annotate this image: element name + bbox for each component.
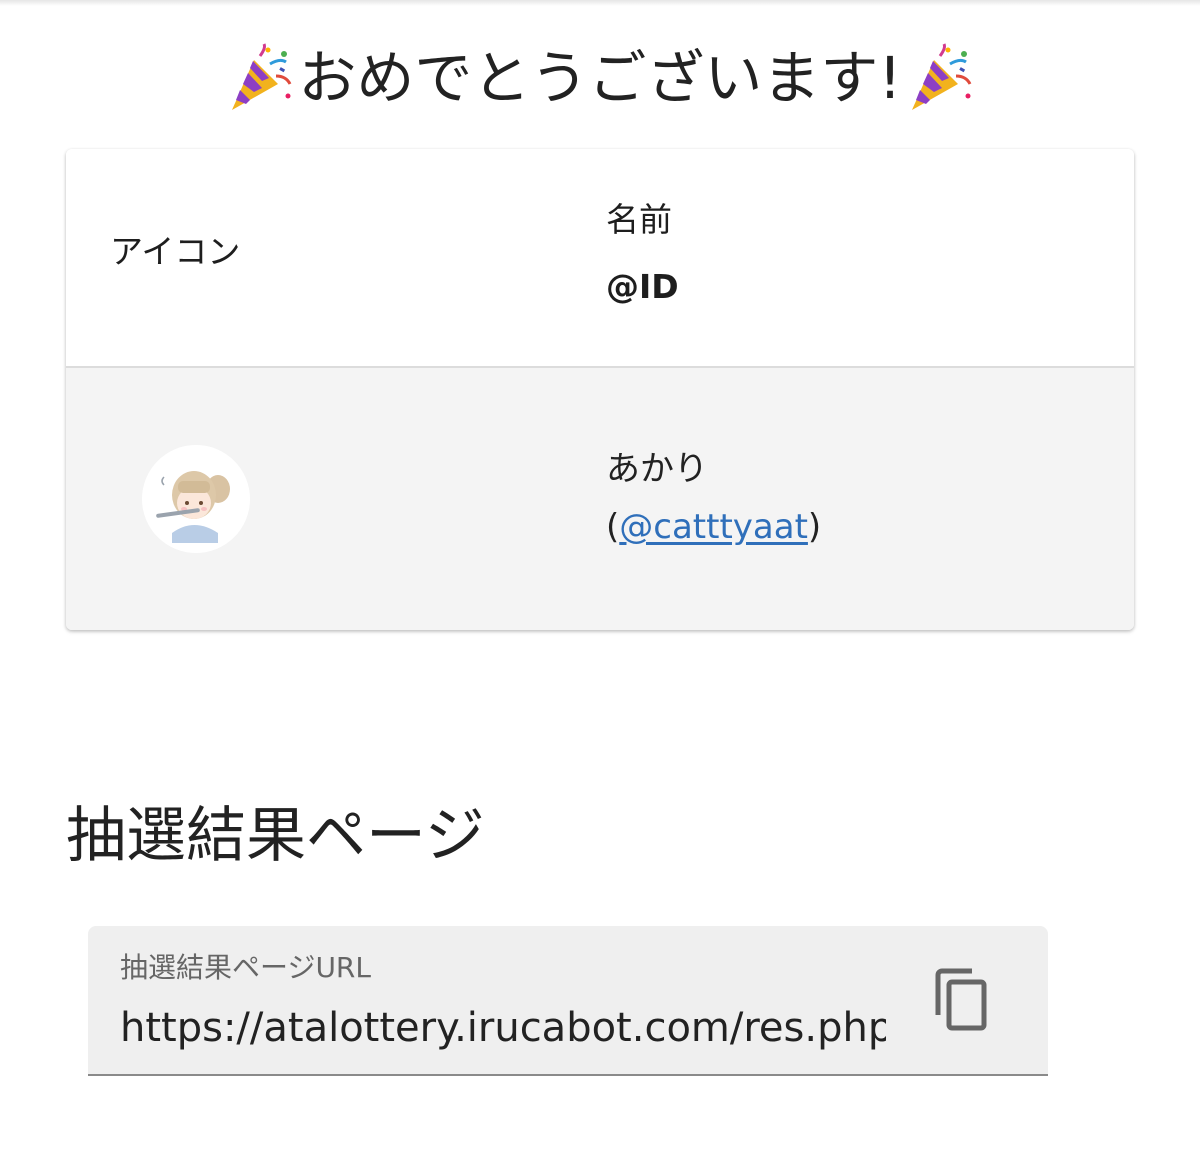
avatar [142, 445, 250, 553]
id-open-paren: ( [606, 507, 620, 547]
column-header-id: @ID [606, 267, 679, 306]
party-popper-icon [904, 42, 976, 114]
winner-profile-link[interactable]: @catttyaat [619, 507, 808, 547]
column-header-name: 名前 [606, 200, 672, 239]
party-popper-icon [224, 42, 296, 114]
winner-name: あかり [606, 449, 708, 489]
congratulations-heading: おめでとうございます! [0, 38, 1200, 118]
result-url-value[interactable]: https://atalottery.irucabot.com/res.php [120, 1002, 886, 1054]
heading-title: おめでとうございます! [298, 44, 902, 112]
id-close-paren: ) [807, 507, 822, 547]
table-header: アイコン 名前 @ID [66, 149, 1134, 368]
column-header-icon: アイコン [110, 232, 241, 271]
result-url-field[interactable]: 抽選結果ページURL https://atalottery.irucabot.c… [88, 926, 1048, 1076]
copy-button[interactable] [924, 962, 1000, 1042]
results-section-title: 抽選結果ページ [66, 801, 485, 871]
winner-table-card: アイコン 名前 @ID あかり (@catttyaat) [66, 149, 1134, 630]
table-row: あかり (@catttyaat) [66, 368, 1134, 630]
result-url-label: 抽選結果ページURL [120, 951, 371, 984]
top-edge-shadow [0, 0, 1200, 6]
copy-icon [932, 967, 992, 1037]
winner-id: (@catttyaat) [606, 504, 821, 550]
